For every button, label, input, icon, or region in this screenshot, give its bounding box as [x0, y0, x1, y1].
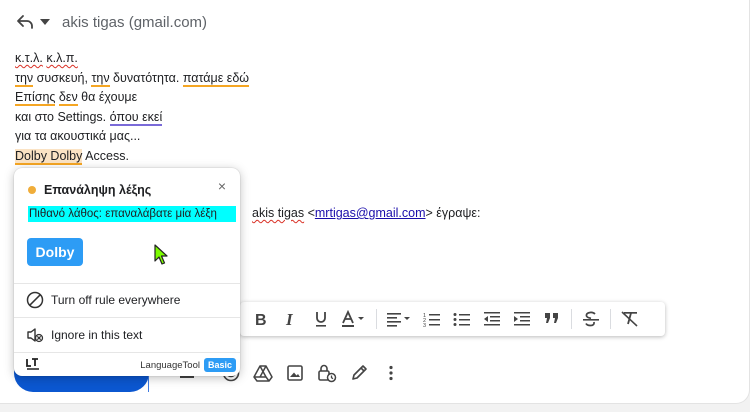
mouse-cursor-icon — [154, 244, 170, 266]
bulleted-list-icon[interactable] — [447, 304, 477, 334]
flagged-word[interactable]: κ.λ.π. — [46, 51, 78, 65]
ignore-icon — [26, 326, 44, 344]
bold-icon[interactable]: B — [246, 304, 276, 334]
formatting-toolbar: B I 123 — [240, 302, 665, 336]
chevron-down-icon[interactable] — [36, 11, 54, 33]
recipient-label[interactable]: akis tigas (gmail.com) — [62, 14, 207, 31]
italic-icon[interactable]: I — [276, 304, 306, 334]
body-line: κ.τ.λ. κ.λ.π. — [15, 49, 249, 69]
reply-icon[interactable] — [14, 11, 36, 33]
flagged-repeated-word[interactable]: Dolby Dolby — [15, 148, 83, 165]
flagged-word[interactable]: Επίσης — [15, 90, 56, 107]
toolbar-separator — [571, 309, 572, 329]
brand-label[interactable]: LanguageTool — [140, 360, 200, 371]
quote-sender: akis tigas — [252, 206, 305, 220]
numbered-list-icon[interactable]: 123 — [417, 304, 447, 334]
clear-formatting-icon[interactable] — [615, 304, 645, 334]
flagged-word[interactable]: την — [91, 70, 110, 87]
align-icon[interactable] — [381, 304, 417, 334]
flagged-word[interactable]: όπου εκεί — [109, 109, 163, 126]
lock-clock-icon[interactable] — [311, 357, 343, 389]
svg-text:3: 3 — [423, 323, 426, 327]
popup-title: Επανάληψη λέξης — [44, 183, 152, 197]
action-label: Turn off rule everywhere — [51, 293, 181, 307]
toolbar-separator — [376, 309, 377, 329]
signature-icon[interactable] — [343, 357, 375, 389]
plan-badge[interactable]: Basic — [203, 358, 236, 372]
toolbar-separator — [610, 309, 611, 329]
divider — [14, 352, 240, 353]
body-line: και στο Settings. όπου εκεί — [15, 108, 249, 128]
recipient-row: akis tigas (gmail.com) — [14, 10, 207, 34]
body-line: Επίσης δεν θα έχουμε — [15, 88, 249, 108]
indent-less-icon[interactable] — [477, 304, 507, 334]
suggestion-button[interactable]: Dolby — [27, 238, 83, 266]
body-line: για τα ακουστικά μας... — [15, 129, 141, 144]
error-message: Πιθανό λάθος: επαναλάβατε μία λέξη — [28, 206, 236, 222]
indent-more-icon[interactable] — [507, 304, 537, 334]
drive-icon[interactable] — [247, 357, 279, 389]
strikethrough-icon[interactable] — [576, 304, 606, 334]
languagetool-logo-icon[interactable] — [26, 358, 40, 372]
text-fragment: < — [304, 206, 315, 220]
text-fragment: δυνατότητα. — [109, 70, 183, 85]
text-color-icon[interactable] — [336, 304, 372, 334]
image-icon[interactable] — [279, 357, 311, 389]
popup-header: Επανάληψη λέξης — [28, 183, 151, 197]
svg-text:B: B — [255, 312, 267, 327]
close-icon[interactable]: × — [214, 178, 230, 194]
text-fragment: Access. — [82, 148, 129, 163]
warning-dot-icon — [28, 186, 36, 194]
turn-off-rule-button[interactable]: Turn off rule everywhere — [26, 288, 180, 312]
more-vert-icon[interactable] — [375, 357, 407, 389]
quote-icon[interactable] — [537, 304, 567, 334]
flagged-word[interactable]: την — [15, 70, 34, 87]
underline-icon[interactable] — [306, 304, 336, 334]
body-line: την συσκευή, την δυνατότητα. πατάμε εδώ — [15, 69, 250, 89]
block-icon — [26, 291, 44, 309]
body-line: Dolby Dolby Access. — [15, 147, 249, 167]
text-fragment: > έγραψε: — [425, 206, 481, 220]
flagged-word[interactable]: δεν — [58, 90, 78, 107]
flagged-word[interactable]: κ.τ.λ. — [15, 51, 43, 65]
svg-text:I: I — [285, 311, 294, 327]
languagetool-popup: Επανάληψη λέξης × Πιθανό λάθος: επαναλάβ… — [14, 168, 240, 376]
quoted-reply-header: akis tigas <mrtigas@gmail.com> έγραψε: — [252, 206, 480, 220]
ignore-in-text-button[interactable]: Ignore in this text — [26, 323, 142, 347]
divider — [14, 283, 240, 284]
message-body[interactable]: κ.τ.λ. κ.λ.π. την συσκευή, την δυνατότητ… — [15, 49, 250, 167]
quote-email-link[interactable]: mrtigas@gmail.com — [315, 206, 426, 220]
text-fragment: συσκευή, — [33, 70, 92, 85]
action-label: Ignore in this text — [51, 328, 143, 342]
divider — [14, 317, 240, 318]
text-fragment: θα έχουμε — [77, 90, 138, 105]
popup-footer: LanguageTool Basic — [26, 356, 236, 374]
text-fragment: και στο Settings. — [15, 109, 110, 124]
flagged-word[interactable]: πατάμε εδώ — [182, 70, 250, 87]
